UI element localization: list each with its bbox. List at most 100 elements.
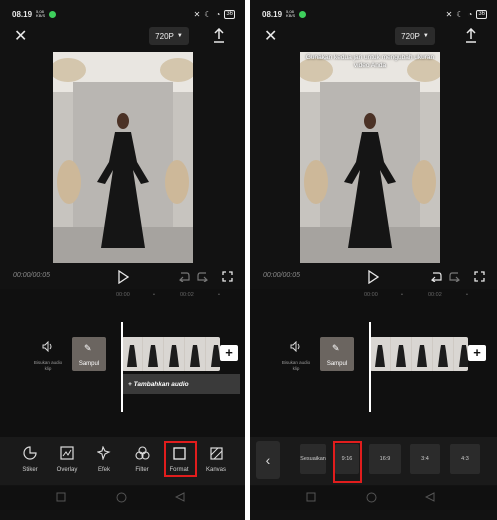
video-preview[interactable] <box>300 52 440 263</box>
close-icon[interactable]: ✕ <box>14 29 27 45</box>
wifi-icon: ◔ <box>467 9 473 19</box>
timecode: 00:00/00:05 <box>263 272 300 279</box>
export-icon[interactable] <box>213 28 225 44</box>
back-icon[interactable] <box>425 492 435 502</box>
recents-icon[interactable] <box>306 492 316 502</box>
mute-clip-audio-button[interactable]: Bisukan audio klip <box>278 339 314 372</box>
resolution-label: 720P <box>401 31 420 41</box>
tool-label: Stiker <box>22 467 38 473</box>
ratio-4-3[interactable]: 4:3 <box>450 444 480 474</box>
play-icon[interactable] <box>367 270 379 284</box>
cover-label: Sampul <box>78 361 100 367</box>
tool-sticker[interactable]: Stiker <box>14 443 46 473</box>
ruler-tick: 00:02 <box>428 292 442 298</box>
recents-icon[interactable] <box>56 492 66 502</box>
resolution-dropdown[interactable]: 720P ▼ <box>395 27 435 45</box>
tool-canvas[interactable]: Kanvas <box>200 443 232 473</box>
mute-label: Bisukan audio klip <box>33 360 63 371</box>
video-preview[interactable] <box>53 52 193 263</box>
tool-overlay[interactable]: Overlay <box>51 443 83 473</box>
redo-icon[interactable] <box>197 271 209 282</box>
overlay-icon <box>60 446 74 460</box>
back-icon[interactable] <box>175 492 185 502</box>
tool-bar: Stiker Overlay Efek Filter Format Kanvas <box>0 437 245 485</box>
ratio-highlight-box <box>333 441 362 483</box>
whatsapp-status-icon <box>49 10 57 18</box>
video-clip[interactable] <box>122 337 220 371</box>
status-time: 08.19 <box>12 9 33 19</box>
close-icon[interactable]: ✕ <box>264 29 277 45</box>
pencil-icon: ✎ <box>332 343 340 353</box>
playback-controls: 00:00/00:05 <box>250 268 497 286</box>
ratio-16-9[interactable]: 16:9 <box>369 444 401 474</box>
format-ratio-bar: ‹ Sesuaikan 9:16 16:9 3:4 4:3 <box>250 437 497 485</box>
resolution-dropdown[interactable]: 720P ▼ <box>149 27 189 45</box>
add-clip-button[interactable]: + <box>220 345 238 361</box>
effect-icon <box>97 446 111 460</box>
timeline[interactable]: 00:00 • 00:02 • Bisukan audio klip ✎ Sam… <box>250 289 497 437</box>
timecode: 00:00/00:05 <box>13 272 50 279</box>
add-clip-button[interactable]: + <box>468 345 486 361</box>
right-phone-screen: 08.19 5,08 KB/S ✕ ☾ ◔ 36 ✕ 720P ▼ Gunaka… <box>250 0 497 520</box>
sticker-icon <box>23 446 37 460</box>
tool-effect[interactable]: Efek <box>88 443 120 473</box>
ruler-tick: • <box>466 292 468 298</box>
resolution-label: 720P <box>155 31 174 41</box>
moon-icon: ☾ <box>204 9 212 19</box>
tool-label: Efek <box>97 467 110 473</box>
format-highlight-box <box>164 441 197 477</box>
tool-filter[interactable]: Filter <box>126 443 158 473</box>
speaker-icon <box>42 340 52 353</box>
cover-button[interactable]: ✎ Sampul <box>320 337 354 371</box>
caret-down-icon: ▼ <box>422 33 429 39</box>
mute-status-icon: ✕ <box>445 9 453 19</box>
net-speed: 5,08 KB/S <box>36 9 46 18</box>
mute-clip-audio-button[interactable]: Bisukan audio klip <box>30 339 66 372</box>
tool-label: Overlay <box>56 467 78 473</box>
playhead[interactable] <box>369 322 371 412</box>
battery-icon: 36 <box>224 9 235 19</box>
home-icon[interactable] <box>366 492 377 503</box>
pencil-icon: ✎ <box>84 343 92 353</box>
ruler-tick: 00:00 <box>116 292 130 298</box>
caret-down-icon: ▼ <box>176 33 183 39</box>
home-icon[interactable] <box>116 492 127 503</box>
filter-icon <box>134 446 150 460</box>
mute-label: Bisukan audio klip <box>281 360 311 371</box>
status-bar: 08.19 5,08 KB/S ✕ ☾ ◔ 36 <box>262 8 487 20</box>
ruler-tick: 00:00 <box>364 292 378 298</box>
undo-icon[interactable] <box>178 271 190 282</box>
chevron-left-icon[interactable]: ‹ <box>256 441 280 479</box>
whatsapp-status-icon <box>299 10 307 18</box>
left-phone-screen: 08.19 5,08 KB/S ✕ ☾ ◔ 36 ✕ 720P ▼ 00:00/… <box>0 0 245 520</box>
export-icon[interactable] <box>465 28 477 44</box>
moon-icon: ☾ <box>456 9 464 19</box>
cover-button[interactable]: ✎ Sampul <box>72 337 106 371</box>
cover-label: Sampul <box>326 361 348 367</box>
ratio-fit[interactable]: Sesuaikan <box>300 444 326 474</box>
battery-icon: 36 <box>476 9 487 19</box>
add-audio-button[interactable]: + Tambahkan audio <box>122 374 240 394</box>
android-nav-bar <box>0 486 245 510</box>
timeline-ruler: 00:00 • 00:02 • <box>0 292 245 302</box>
status-bar: 08.19 5,08 KB/S ✕ ☾ ◔ 36 <box>12 8 235 20</box>
wifi-icon: ◔ <box>215 9 221 19</box>
editor-topbar: ✕ 720P ▼ <box>250 25 497 49</box>
ratio-3-4[interactable]: 3:4 <box>410 444 440 474</box>
timeline[interactable]: 00:00 • 00:02 • Bisukan audio klip ✎ Sam… <box>0 289 245 437</box>
redo-icon[interactable] <box>449 271 461 282</box>
video-clip[interactable] <box>370 337 468 371</box>
mute-status-icon: ✕ <box>193 9 201 19</box>
ruler-tick: • <box>153 292 155 298</box>
timeline-ruler: 00:00 • 00:02 • <box>250 292 497 302</box>
ruler-tick: • <box>401 292 403 298</box>
fullscreen-icon[interactable] <box>222 271 233 282</box>
play-icon[interactable] <box>117 270 129 284</box>
undo-icon[interactable] <box>430 271 442 282</box>
canvas-icon <box>209 446 223 460</box>
fullscreen-icon[interactable] <box>474 271 485 282</box>
status-time: 08.19 <box>262 9 283 19</box>
playhead[interactable] <box>121 322 123 412</box>
tool-label: Kanvas <box>205 467 226 473</box>
ruler-tick: 00:02 <box>180 292 194 298</box>
